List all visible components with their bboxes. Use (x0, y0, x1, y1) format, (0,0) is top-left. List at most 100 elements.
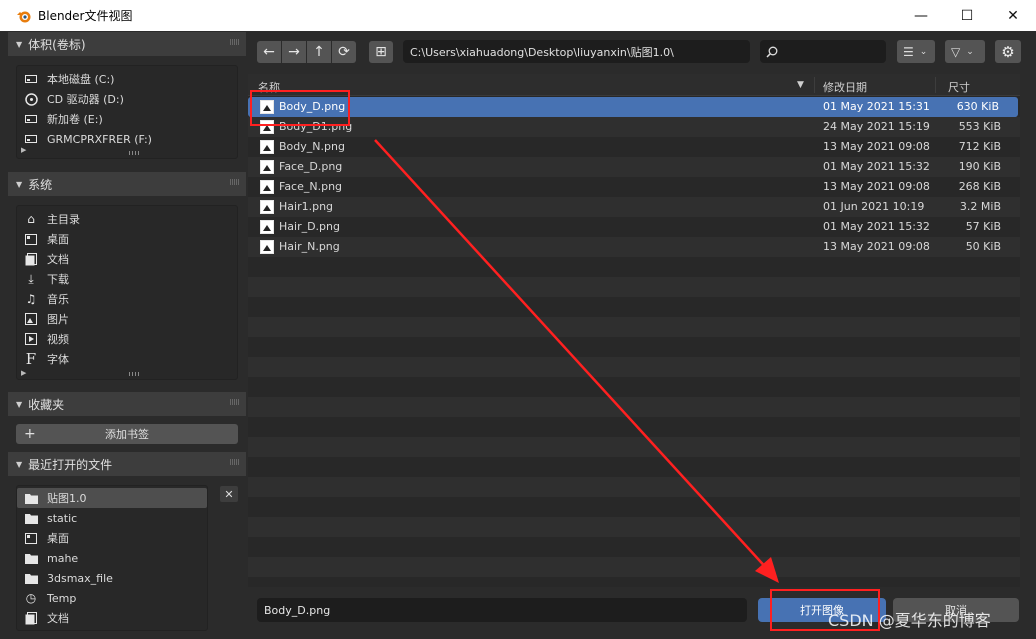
column-divider[interactable] (935, 77, 936, 93)
bookmarks-header[interactable]: ▼ 收藏夹 (8, 392, 246, 416)
sidebar-item-drive-d[interactable]: CD 驱动器 (D:) (17, 89, 237, 109)
sidebar-item-drive-c[interactable]: 本地磁盘 (C:) (17, 69, 237, 89)
empty-row-stripe (248, 477, 1020, 497)
search-input[interactable] (760, 40, 886, 63)
file-date: 24 May 2021 15:19 (823, 120, 930, 133)
image-icon (23, 312, 39, 326)
refresh-button[interactable]: ⟳ (332, 41, 356, 63)
sidebar-item-home[interactable]: ⌂ 主目录 (17, 209, 237, 229)
path-field[interactable]: C:\Users\xiahuadong\Desktop\liuyanxin\贴图… (403, 40, 750, 63)
file-row[interactable]: Hair_N.png 13 May 2021 09:08 50 KiB (248, 237, 1020, 257)
resize-grip-icon[interactable] (129, 151, 141, 155)
sidebar-item-music[interactable]: ♫ 音乐 (17, 289, 237, 309)
recent-header[interactable]: ▼ 最近打开的文件 (8, 452, 246, 476)
recent-item-static[interactable]: static (17, 508, 207, 528)
display-mode-dropdown[interactable]: ☰ ⌄ (897, 40, 935, 63)
file-row[interactable]: Hair1.png 01 Jun 2021 10:19 3.2 MiB (248, 197, 1020, 217)
column-size[interactable]: 尺寸 (948, 79, 970, 95)
sidebar-item-label: 文档 (47, 253, 69, 266)
sidebar-item-drive-f[interactable]: GRMCPRXFRER (F:) (17, 129, 237, 149)
filter-dropdown[interactable]: ▽ ⌄ (945, 40, 985, 63)
music-icon: ♫ (25, 292, 37, 306)
recent-item-label: mahe (47, 551, 79, 565)
search-icon (766, 46, 778, 58)
folder-icon (23, 571, 39, 585)
sidebar-item-pictures[interactable]: 图片 (17, 309, 237, 329)
desktop-icon (23, 232, 39, 246)
collapse-triangle-icon: ▼ (16, 459, 23, 469)
collapse-triangle-icon: ▼ (16, 179, 23, 189)
recent-item-mahe[interactable]: mahe (17, 548, 207, 568)
sidebar-item-downloads[interactable]: ⤓ 下载 (17, 269, 237, 289)
sidebar-item-documents[interactable]: 文档 (17, 249, 237, 269)
file-date: 13 May 2021 09:08 (823, 240, 930, 253)
sidebar-item-videos[interactable]: 视频 (17, 329, 237, 349)
sidebar-item-label: 字体 (47, 353, 69, 366)
image-file-icon (260, 200, 274, 214)
recent-item-desktop[interactable]: 桌面 (17, 528, 207, 548)
maximize-button[interactable]: ☐ (944, 0, 990, 31)
sort-indicator-icon[interactable]: ▼ (797, 80, 804, 90)
recent-item-tietu[interactable]: 贴图1.0 (17, 488, 207, 508)
volumes-header-label: 体积(卷标) (28, 37, 86, 52)
sidebar-item-fonts[interactable]: F 字体 (17, 349, 237, 369)
resize-grip-icon[interactable] (129, 372, 141, 376)
expand-triangle-icon[interactable]: ▶ (21, 146, 26, 154)
recent-item-label: 桌面 (47, 532, 69, 545)
empty-row-stripe (248, 557, 1020, 577)
system-header[interactable]: ▼ 系统 (8, 172, 246, 196)
panel-grip-icon[interactable] (230, 399, 240, 405)
file-row[interactable]: Face_N.png 13 May 2021 09:08 268 KiB (248, 177, 1020, 197)
refresh-icon: ⟳ (338, 44, 350, 60)
add-bookmark-button[interactable]: + 添加书签 (16, 424, 238, 444)
recent-item-temp[interactable]: ◷ Temp (17, 588, 207, 608)
chevron-down-icon: ⌄ (919, 46, 928, 57)
file-row[interactable]: Body_D1.png 24 May 2021 15:19 553 KiB (248, 117, 1020, 137)
sidebar-item-label: CD 驱动器 (D:) (47, 93, 124, 106)
panel-grip-icon[interactable] (230, 39, 240, 45)
file-browser: ← → ↑ ⟳ ⊞ C:\Users\xiahuadong\Desktop\li… (248, 31, 1028, 639)
file-row[interactable]: Body_N.png 13 May 2021 09:08 712 KiB (248, 137, 1020, 157)
volumes-header[interactable]: ▼ 体积(卷标) (8, 32, 246, 56)
file-row[interactable]: Face_D.png 01 May 2021 15:32 190 KiB (248, 157, 1020, 177)
file-row[interactable]: Hair_D.png 01 May 2021 15:32 57 KiB (248, 217, 1020, 237)
file-row[interactable]: Body_D.png 01 May 2021 15:31 630 KiB (248, 97, 1018, 117)
documents-icon (23, 252, 39, 266)
drive-icon (23, 112, 39, 126)
panel-grip-icon[interactable] (230, 179, 240, 185)
drive-icon (23, 132, 39, 146)
column-date[interactable]: 修改日期 (823, 79, 867, 95)
system-list: ⌂ 主目录 桌面 文档 ⤓ 下载 ♫ 音乐 图片 视频 F 字体 ▶ (16, 205, 238, 380)
column-divider[interactable] (814, 77, 815, 93)
font-icon: F (25, 350, 37, 368)
recent-item-label: 贴图1.0 (47, 492, 87, 505)
expand-triangle-icon[interactable]: ▶ (21, 369, 26, 377)
minimize-button[interactable]: — (898, 0, 944, 31)
documents-icon (23, 611, 39, 625)
back-button[interactable]: ← (257, 41, 281, 63)
folder-icon (23, 551, 39, 565)
panel-grip-icon[interactable] (230, 459, 240, 465)
image-file-icon (260, 140, 274, 154)
list-view-icon: ☰ (903, 44, 914, 59)
filename-input[interactable]: Body_D.png (257, 598, 747, 622)
forward-button[interactable]: → (282, 41, 306, 63)
folder-icon (23, 491, 39, 505)
new-folder-button[interactable]: ⊞ (369, 41, 393, 63)
parent-directory-button[interactable]: ↑ (307, 41, 331, 63)
file-name: Hair_D.png (279, 220, 340, 233)
recent-item-3dsmax[interactable]: 3dsmax_file (17, 568, 207, 588)
sidebar-item-desktop[interactable]: 桌面 (17, 229, 237, 249)
file-date: 13 May 2021 09:08 (823, 180, 930, 193)
file-size: 190 KiB (958, 160, 1001, 173)
recent-item-documents[interactable]: 文档 (17, 608, 207, 628)
file-name: Hair1.png (279, 200, 334, 213)
remove-recent-icon[interactable]: ✕ (220, 486, 238, 502)
gear-icon: ⚙ (1001, 42, 1015, 61)
empty-row-stripe (248, 317, 1020, 337)
sidebar-item-label: 主目录 (47, 213, 80, 226)
settings-button[interactable]: ⚙ (995, 40, 1021, 63)
close-window-button[interactable]: ✕ (990, 0, 1036, 31)
recent-item-label: Temp (47, 591, 77, 605)
sidebar-item-drive-e[interactable]: 新加卷 (E:) (17, 109, 237, 129)
